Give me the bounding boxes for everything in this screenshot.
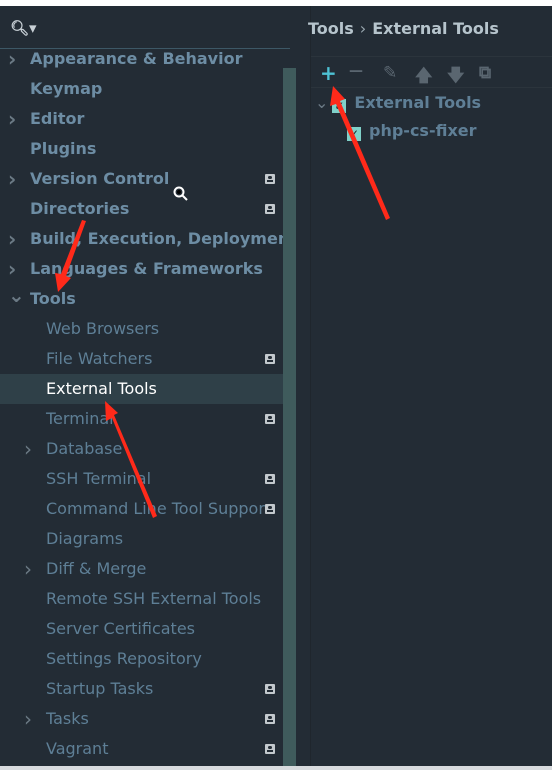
breadcrumb: Tools › External Tools	[308, 19, 499, 38]
breadcrumb-parent[interactable]: Tools	[308, 19, 354, 38]
sidebar-item-label: External Tools	[46, 379, 157, 398]
sidebar-item-label: Tasks	[46, 709, 89, 728]
project-level-icon	[265, 414, 275, 424]
sidebar-item-label: File Watchers	[46, 349, 153, 368]
sidebar-item-external-tools[interactable]: External Tools	[0, 374, 283, 404]
edit-button[interactable]: ✎	[383, 63, 397, 83]
sidebar-item-label: Editor	[30, 109, 85, 128]
chevron-right-icon[interactable]: ›	[24, 434, 32, 464]
sidebar-item-directories[interactable]: Directories	[0, 194, 283, 224]
chevron-right-icon[interactable]: ›	[8, 50, 16, 74]
sidebar-item-label: Keymap	[30, 79, 103, 98]
sidebar-item-settings-repository[interactable]: Settings Repository	[0, 644, 283, 674]
sidebar-item-diff-merge[interactable]: › Diff & Merge	[0, 554, 283, 584]
chevron-right-icon[interactable]: ›	[8, 104, 16, 134]
sidebar-item-label: Settings Repository	[46, 649, 202, 668]
search-icon[interactable]: 🔍︎▾	[10, 19, 37, 37]
tree-item-label: php-cs-fixer	[369, 121, 477, 140]
checkbox-external-tools[interactable]: ✓	[332, 99, 347, 113]
sidebar-item-label: Terminal	[46, 409, 114, 428]
project-level-icon	[265, 714, 275, 724]
sidebar-item-vagrant[interactable]: Vagrant	[0, 734, 283, 764]
chevron-right-icon[interactable]: ›	[24, 704, 32, 734]
sidebar-item-label: Web Browsers	[46, 319, 160, 338]
sidebar-item-label: Version Control	[30, 169, 170, 188]
project-level-icon	[265, 204, 275, 214]
chevron-down-icon[interactable]: ⌄	[8, 280, 25, 310]
sidebar-item-languages-frameworks[interactable]: › Languages & Frameworks	[0, 254, 283, 284]
settings-sidebar: 🔍︎▾ › Appearance & Behavior Keymap › Editor P…	[0, 6, 300, 766]
window-bottom-edge	[0, 766, 552, 770]
sidebar-item-editor[interactable]: › Editor	[0, 104, 283, 134]
sidebar-item-tools[interactable]: ⌄ Tools	[0, 283, 283, 314]
breadcrumb-current: External Tools	[372, 19, 499, 38]
move-down-button[interactable]: 🡇	[447, 63, 464, 92]
tree-item-php-cs-fixer[interactable]: ✓ php-cs-fixer	[347, 121, 477, 141]
sidebar-item-database[interactable]: › Database	[0, 434, 283, 464]
sidebar-item-terminal[interactable]: Terminal	[0, 404, 283, 434]
sidebar-item-build-execution-deployment[interactable]: › Build, Execution, Deployment	[0, 224, 283, 254]
add-button[interactable]: +	[320, 61, 337, 85]
chevron-down-icon[interactable]: ⌄	[315, 93, 328, 112]
chevron-right-icon[interactable]: ›	[8, 224, 16, 254]
chevron-right-icon[interactable]: ›	[8, 164, 16, 194]
sidebar-item-label: SSH Terminal	[46, 469, 152, 488]
sidebar-item-label: Server Certificates	[46, 619, 195, 638]
sidebar-item-startup-tasks[interactable]: Startup Tasks	[0, 674, 283, 704]
project-level-icon	[265, 504, 275, 514]
project-level-icon	[265, 684, 275, 694]
sidebar-item-label: Database	[46, 439, 123, 458]
sidebar-item-label: Tools	[30, 289, 76, 308]
sidebar-item-label: Diff & Merge	[46, 559, 147, 578]
sidebar-item-label: Startup Tasks	[46, 679, 154, 698]
sidebar-item-label: Directories	[30, 199, 130, 218]
sidebar-item-plugins[interactable]: Plugins	[0, 134, 283, 164]
project-level-icon	[265, 354, 275, 364]
sidebar-item-diagrams[interactable]: Diagrams	[0, 524, 283, 554]
move-up-button[interactable]: 🡅	[415, 63, 432, 92]
search-field[interactable]: 🔍︎▾	[0, 6, 290, 49]
external-tools-panel: Tools › External Tools + — ✎ 🡅 🡇 ⧉ ⌄ ✓ Exter…	[308, 6, 552, 766]
settings-dialog: 🔍︎▾ › Appearance & Behavior Keymap › Editor P…	[0, 6, 552, 766]
sidebar-item-label: Plugins	[30, 139, 97, 158]
breadcrumb-separator: ›	[359, 19, 367, 38]
sidebar-item-web-browsers[interactable]: Web Browsers	[0, 314, 283, 344]
copy-button[interactable]: ⧉	[479, 63, 491, 83]
sidebar-item-label: Build, Execution, Deployment	[30, 229, 283, 248]
sidebar-item-appearance-behavior[interactable]: › Appearance & Behavior	[0, 50, 283, 74]
sidebar-item-remote-ssh-external-tools[interactable]: Remote SSH External Tools	[0, 584, 283, 614]
sidebar-item-label: Appearance & Behavior	[30, 50, 243, 68]
project-level-icon	[265, 474, 275, 484]
tree-group-label: External Tools	[354, 93, 482, 112]
sidebar-item-label: Languages & Frameworks	[30, 259, 263, 278]
sidebar-item-label: Command Line Tool Suppor	[46, 499, 265, 518]
sidebar-item-version-control[interactable]: › Version Control	[0, 164, 283, 194]
sidebar-item-server-certificates[interactable]: Server Certificates	[0, 614, 283, 644]
checkbox-php-cs-fixer[interactable]: ✓	[347, 127, 361, 141]
sidebar-item-label: Diagrams	[46, 529, 124, 548]
settings-tree: › Appearance & Behavior Keymap › Editor Plugi…	[0, 50, 283, 766]
tree-group-external-tools[interactable]: ⌄ ✓ External Tools	[315, 93, 481, 113]
project-level-icon	[265, 174, 275, 184]
chevron-right-icon[interactable]: ›	[24, 554, 32, 584]
tools-toolbar: + — ✎ 🡅 🡇 ⧉	[311, 56, 552, 88]
sidebar-item-keymap[interactable]: Keymap	[0, 74, 283, 104]
sidebar-item-ssh-terminal[interactable]: SSH Terminal	[0, 464, 283, 494]
sidebar-item-tasks[interactable]: › Tasks	[0, 704, 283, 734]
sidebar-item-label: Vagrant	[46, 739, 109, 758]
project-level-icon	[265, 744, 275, 754]
sidebar-item-command-line-tool-suppor[interactable]: Command Line Tool Suppor	[0, 494, 283, 524]
remove-button[interactable]: —	[349, 63, 363, 79]
sidebar-item-label: Remote SSH External Tools	[46, 589, 262, 608]
sidebar-item-file-watchers[interactable]: File Watchers	[0, 344, 283, 374]
sidebar-scrollbar[interactable]	[283, 68, 296, 766]
